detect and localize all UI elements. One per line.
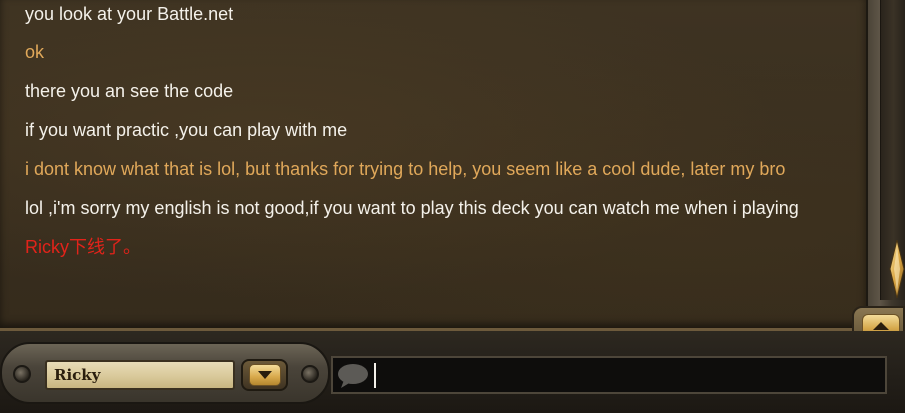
message-list: you look at your Battle.net ok there you… — [25, 4, 848, 276]
chat-message: there you an see the code — [25, 81, 234, 101]
chat-message: ok — [25, 42, 45, 62]
recipient-name: Ricky — [54, 366, 101, 384]
chat-input[interactable] — [372, 360, 880, 390]
recipient-dropdown-button[interactable] — [241, 359, 288, 391]
system-message: Ricky下线了。 — [25, 237, 141, 257]
chat-log-panel: you look at your Battle.net ok there you… — [0, 0, 866, 331]
chat-message: lol ,i'm sorry my english is not good,if… — [25, 198, 799, 218]
bolt-icon — [13, 365, 31, 383]
chat-message: if you want practic ,you can play with m… — [25, 120, 348, 140]
chevron-down-icon — [248, 364, 281, 386]
bolt-icon — [301, 365, 319, 383]
chat-message: you look at your Battle.net — [25, 4, 234, 24]
gem-thumb-icon — [889, 239, 905, 299]
speech-bubble-icon — [336, 362, 370, 390]
recipient-name-field[interactable]: Ricky — [45, 360, 235, 390]
chat-message: i dont know what that is lol, but thanks… — [25, 159, 786, 179]
text-caret — [374, 363, 376, 388]
scrollbar-thumb[interactable] — [888, 239, 905, 299]
